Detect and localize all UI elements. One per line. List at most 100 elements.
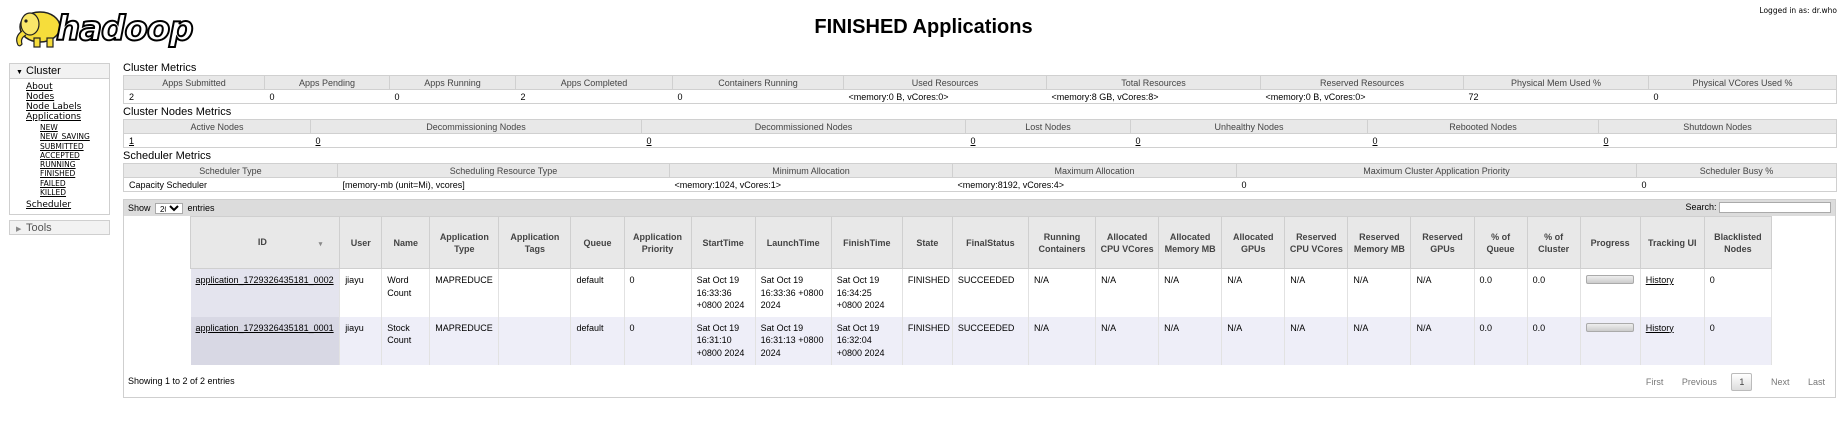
value-reserved-resources: <memory:0 B, vCores:0> [1260, 89, 1464, 104]
column-header-application-type[interactable]: Application Type [429, 216, 500, 269]
cell-blacklisted: 0 [1704, 316, 1773, 365]
pagination: First Previous 1 Next Last [1630, 373, 1825, 391]
cell-res-gpus: N/A [1410, 316, 1475, 365]
column-header-label: Application Priority [633, 231, 683, 254]
column-header-of-cluster[interactable]: % of Cluster [1526, 216, 1581, 269]
value-link-lost-nodes[interactable]: 0 [971, 136, 976, 146]
cell-pct-cluster: 0.0 [1527, 268, 1581, 317]
column-header-application-priority[interactable]: Application Priority [623, 216, 692, 269]
app-state-submitted[interactable]: SUBMITTED [40, 142, 84, 151]
cell-alloc-vcores: N/A [1095, 268, 1160, 317]
header-apps-running: Apps Running [389, 75, 516, 90]
cell-alloc-mem: N/A [1158, 316, 1223, 365]
sidebar-item-about[interactable]: About [26, 82, 53, 92]
column-header-reserved-gpus[interactable]: Reserved GPUs [1410, 216, 1475, 269]
column-header-allocated-memory-mb[interactable]: Allocated Memory MB [1158, 216, 1223, 269]
search-label: Search: [1685, 202, 1717, 212]
pager-first-button[interactable]: First [1646, 377, 1664, 387]
showing-entries-info: Showing 1 to 2 of 2 entries [128, 376, 235, 386]
cell-queue: default [570, 268, 625, 317]
column-header-finalstatus[interactable]: FinalStatus [951, 216, 1029, 269]
value-minimum-allocation: <memory:1024, vCores:1> [669, 177, 953, 192]
cell-blacklisted: 0 [1704, 268, 1773, 317]
table-row: application_1729326435181_0001 jiayu Stock… [190, 316, 1773, 365]
history-link[interactable]: History [1646, 275, 1674, 285]
sidebar-item-nodes[interactable]: Nodes [26, 92, 54, 102]
history-link[interactable]: History [1646, 323, 1674, 333]
header-decommissioning-nodes: Decommissioning Nodes [310, 119, 642, 134]
app-state-new[interactable]: NEW [40, 123, 58, 132]
app-state-accepted[interactable]: ACCEPTED [40, 151, 80, 160]
cell-start: Sat Oct 19 16:33:36 +0800 2024 [691, 268, 756, 317]
column-header-running-containers[interactable]: Running Containers [1027, 216, 1097, 269]
table-row: application_1729326435181_0002 jiayu Word … [190, 268, 1773, 317]
value-apps-completed: 2 [515, 89, 673, 104]
cell-tracking: History [1640, 316, 1705, 365]
sidebar-item-node-labels[interactable]: Node Labels [26, 102, 81, 112]
cell-state: FINISHED [902, 316, 953, 365]
column-header-launchtime[interactable]: LaunchTime [754, 216, 832, 269]
value-maximum-allocation: <memory:8192, vCores:4> [952, 177, 1237, 192]
column-header-allocated-gpus[interactable]: Allocated GPUs [1221, 216, 1286, 269]
value-link-active-nodes[interactable]: 1 [129, 136, 134, 146]
sidebar-item-scheduler[interactable]: Scheduler [26, 200, 71, 210]
value-physical-vcores-used: 0 [1648, 89, 1837, 104]
value-link-decommissioning-nodes[interactable]: 0 [316, 136, 321, 146]
pager-page-1-button[interactable]: 1 [1731, 373, 1753, 391]
column-header-application-tags[interactable]: Application Tags [498, 216, 572, 269]
tools-nav-header[interactable]: ▶ Tools [9, 220, 110, 236]
column-header-label: FinalStatus [966, 237, 1015, 248]
column-header-reserved-cpu-vcores[interactable]: Reserved CPU VCores [1284, 216, 1349, 269]
cluster-nodes-metrics-table: Active Nodes Decommissioning Nodes Decommi… [123, 119, 1837, 148]
value-link-shutdown-nodes[interactable]: 0 [1604, 136, 1609, 146]
cell-launch: Sat Oct 19 16:31:13 +0800 2024 [755, 316, 832, 365]
column-header-state[interactable]: State [901, 216, 953, 269]
header-decommissioned-nodes: Decommissioned Nodes [641, 119, 966, 134]
value-link-decommissioned-nodes[interactable]: 0 [647, 136, 652, 146]
search-input[interactable] [1719, 202, 1831, 214]
column-header-tracking-ui[interactable]: Tracking UI [1639, 216, 1705, 269]
pager-previous-button[interactable]: Previous [1682, 377, 1717, 387]
header-containers-running: Containers Running [672, 75, 844, 90]
column-header-user[interactable]: User [339, 216, 383, 269]
app-state-running[interactable]: RUNNING [40, 160, 76, 169]
cell-alloc-vcores: N/A [1095, 316, 1160, 365]
app-state-finished[interactable]: FINISHED [40, 169, 75, 178]
applications-table: ID ▾ User Name Application Type Application … [189, 216, 1773, 365]
application-id-link[interactable]: application_1729326435181_0001 [196, 323, 334, 333]
app-state-new-saving[interactable]: NEW_SAVING [40, 132, 90, 141]
cell-alloc-mem: N/A [1158, 268, 1223, 317]
column-header-progress[interactable]: Progress [1579, 216, 1641, 269]
cluster-nav-header[interactable]: ▼ Cluster [10, 64, 109, 79]
cell-progress [1580, 268, 1641, 317]
cell-name: Word Count [381, 268, 431, 317]
header-apps-pending: Apps Pending [264, 75, 390, 90]
pager-next-button[interactable]: Next [1771, 377, 1790, 387]
column-header-label: Reserved GPUs [1422, 231, 1463, 254]
column-header-label: LaunchTime [766, 237, 820, 248]
cell-progress [1580, 316, 1641, 365]
application-id-link[interactable]: application_1729326435181_0002 [196, 275, 334, 285]
column-header-blacklisted-nodes[interactable]: Blacklisted Nodes [1703, 216, 1773, 269]
column-header-label: Tracking UI [1648, 237, 1697, 248]
header-reserved-resources: Reserved Resources [1260, 75, 1464, 90]
column-header-of-queue[interactable]: % of Queue [1473, 216, 1528, 269]
pager-last-button[interactable]: Last [1808, 377, 1825, 387]
column-header-label: Allocated CPU VCores [1100, 231, 1154, 254]
cell-type: MAPREDUCE [429, 268, 500, 317]
app-state-failed[interactable]: FAILED [40, 179, 66, 188]
column-header-queue[interactable]: Queue [570, 216, 625, 269]
page-size-select[interactable]: 20 [155, 203, 184, 215]
app-state-killed[interactable]: KILLED [40, 188, 66, 197]
column-header-reserved-memory-mb[interactable]: Reserved Memory MB [1347, 216, 1412, 269]
value-maximum-cluster-application-priority: 0 [1236, 177, 1637, 192]
column-header-id[interactable]: ID ▾ [189, 216, 341, 269]
value-link-unhealthy-nodes[interactable]: 0 [1136, 136, 1141, 146]
column-header-allocated-cpu-vcores[interactable]: Allocated CPU VCores [1095, 216, 1160, 269]
column-header-starttime[interactable]: StartTime [690, 216, 756, 269]
column-header-name[interactable]: Name [381, 216, 431, 269]
column-header-finishtime[interactable]: FinishTime [830, 216, 903, 269]
value-link-rebooted-nodes[interactable]: 0 [1373, 136, 1378, 146]
sidebar-item-applications[interactable]: Applications [26, 112, 81, 122]
header-scheduling-resource-type: Scheduling Resource Type [337, 163, 670, 178]
